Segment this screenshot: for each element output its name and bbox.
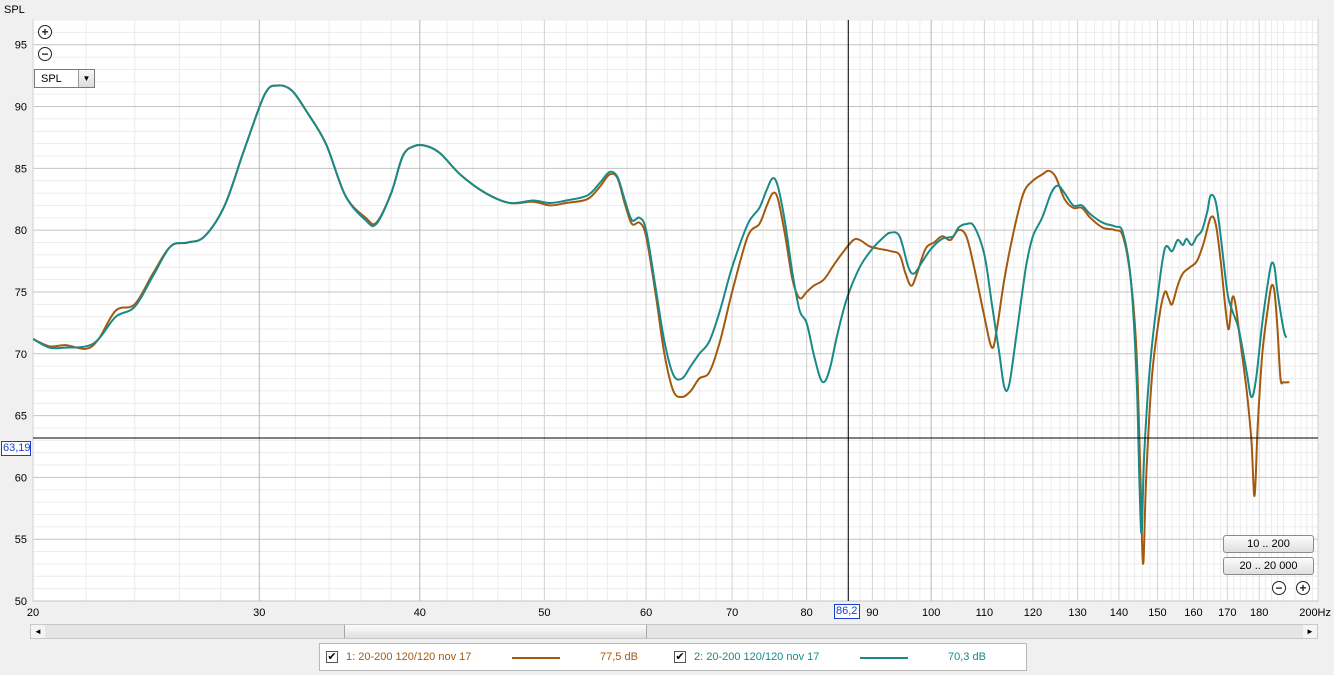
cursor-x-readout: 86,2 [834,604,860,619]
legend-item-1: ✔ 1: 20-200 120/120 nov 17 77,5 dB [326,644,666,670]
select-value: SPL [41,72,62,85]
x-tick-label: 20 [27,607,39,619]
x-tick-label: 30 [253,607,265,619]
horizontal-scrollbar[interactable]: ◄ ► [30,624,1318,639]
cursor-y-readout: 63,19 [1,441,31,456]
legend-1-value: 77,5 dB [600,651,638,663]
y-tick-label: 75 [15,287,27,299]
legend-2-checkbox[interactable]: ✔ [674,651,686,663]
legend-1-swatch [512,657,560,659]
x-tick-label: 70 [726,607,738,619]
x-tick-label: 200Hz [1299,607,1331,619]
plot-background [32,19,1319,602]
x-axis-ticks: 20 30 40 50 60 70 80 90 100 110 120 130 140 150 160 170… [27,607,1331,619]
y-tick-label: 65 [15,411,27,423]
zoom-in-icon[interactable]: + [38,25,52,39]
x-tick-label: 140 [1110,607,1128,619]
spl-chart[interactable]: 50 55 60 65 70 75 80 85 90 95 20 30 40 50 60 70 80 90 100… [0,0,1334,620]
y-tick-label: 80 [15,225,27,237]
x-tick-label: 170 [1218,607,1236,619]
range-20-20000-button[interactable]: 20 .. 20 000 [1223,557,1314,575]
legend-2-label: 2: 20-200 120/120 nov 17 [694,651,820,663]
legend-item-2: ✔ 2: 20-200 120/120 nov 17 70,3 dB [674,644,1014,670]
y-tick-label: 50 [15,596,27,608]
x-tick-label: 110 [976,607,994,619]
legend-1-label: 1: 20-200 120/120 nov 17 [346,651,472,663]
y-tick-label: 55 [15,534,27,546]
y-tick-label: 95 [15,40,27,52]
x-tick-label: 180 [1250,607,1268,619]
scrollbar-thumb[interactable] [344,625,647,638]
scroll-right-icon[interactable]: ► [1303,625,1317,638]
zoom-in-icon[interactable]: + [1296,581,1310,595]
legend-2-swatch [860,657,908,659]
x-tick-label: 160 [1184,607,1202,619]
y-axis-label: SPL [4,4,25,16]
x-tick-label: 100 [922,607,940,619]
range-10-200-button[interactable]: 10 .. 200 [1223,535,1314,553]
zoom-out-icon[interactable]: − [1272,581,1286,595]
legend: ✔ 1: 20-200 120/120 nov 17 77,5 dB ✔ 2: … [319,643,1027,671]
x-tick-label: 120 [1024,607,1042,619]
chevron-down-icon[interactable]: ▼ [78,70,94,87]
zoom-out-icon[interactable]: − [38,47,52,61]
legend-2-value: 70,3 dB [948,651,986,663]
scroll-left-icon[interactable]: ◄ [31,625,45,638]
x-tick-label: 60 [640,607,652,619]
x-tick-label: 80 [801,607,813,619]
y-tick-label: 85 [15,163,27,175]
x-tick-label: 130 [1068,607,1086,619]
x-tick-label: 40 [414,607,426,619]
legend-1-checkbox[interactable]: ✔ [326,651,338,663]
x-tick-label: 50 [538,607,550,619]
x-tick-label: 90 [866,607,878,619]
y-tick-label: 90 [15,102,27,114]
y-tick-label: 70 [15,349,27,361]
measurement-type-select[interactable]: SPL ▼ [34,69,95,88]
x-tick-label: 150 [1148,607,1166,619]
y-tick-label: 60 [15,472,27,484]
y-axis-ticks: 50 55 60 65 70 75 80 85 90 95 [15,40,27,608]
